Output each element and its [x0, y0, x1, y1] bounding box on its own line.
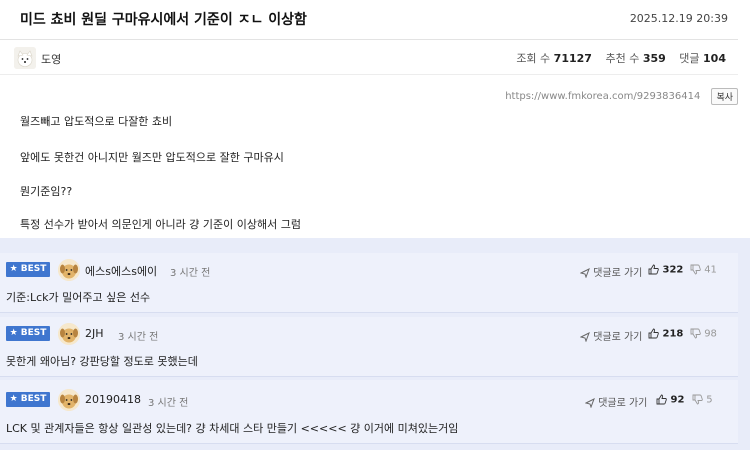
reply-arrow-icon [580, 332, 590, 342]
reply-arrow-icon [585, 398, 595, 408]
thumbs-down-icon [690, 264, 701, 275]
comment-item: ★ BEST 에스s에스s에이 3 시간 전 댓글로 가기 322 41 기준:… [0, 253, 738, 313]
reply-label: 댓글로 가기 [593, 268, 643, 279]
comment-author[interactable]: 2JH [85, 327, 104, 340]
post-url[interactable]: https://www.fmkorea.com/9293836414 [505, 91, 700, 102]
author-avatar[interactable] [14, 47, 36, 69]
copy-url-button[interactable]: 복사 [711, 88, 738, 105]
upvote-button[interactable]: 218 [648, 328, 683, 340]
post-body-line: 뭔기준임?? [20, 185, 73, 198]
commenter-avatar[interactable] [58, 323, 80, 345]
post-header: 미드 쵸비 원딜 구마유시에서 기준이 ㅈㄴ 이상함 2025.12.19 20… [0, 0, 738, 40]
thumbs-up-icon [656, 394, 667, 405]
upvote-count: 322 [662, 264, 684, 276]
best-badge: ★ BEST [6, 392, 50, 407]
post-url-row: https://www.fmkorea.com/9293836414 복사 [505, 86, 738, 105]
comment-item: ★ BEST 20190418 3 시간 전 댓글로 가기 92 5 LCK 및… [0, 380, 738, 444]
dog-avatar-icon [58, 259, 80, 281]
downvote-count: 5 [706, 394, 713, 406]
downvote-count: 98 [704, 328, 717, 340]
comment-author[interactable]: 에스s에스s에이 [85, 263, 157, 279]
upvote-count: 218 [662, 328, 684, 340]
commenter-avatar[interactable] [58, 259, 80, 281]
upvote-count: 92 [670, 394, 685, 406]
best-comments-section: ★ BEST 에스s에스s에이 3 시간 전 댓글로 가기 322 41 기준:… [0, 238, 750, 450]
comment-time: 3 시간 전 [170, 268, 211, 279]
recommend-count: 359 [642, 52, 666, 65]
post-title: 미드 쵸비 원딜 구마유시에서 기준이 ㅈㄴ 이상함 [20, 12, 307, 28]
reply-link[interactable]: 댓글로 가기 [580, 264, 642, 279]
upvote-button[interactable]: 322 [648, 264, 683, 276]
downvote-button[interactable]: 5 [692, 394, 713, 406]
reply-label: 댓글로 가기 [598, 398, 648, 409]
reply-arrow-icon [580, 268, 590, 278]
reply-link[interactable]: 댓글로 가기 [580, 328, 642, 343]
comment-text: 못한게 왜아님? 강판당할 정도로 못했는데 [6, 355, 198, 368]
views-count: 71127 [553, 52, 592, 65]
comments-label: 댓글 [679, 52, 700, 65]
best-badge: ★ BEST [6, 262, 50, 277]
comment-item: ★ BEST 2JH 3 시간 전 댓글로 가기 218 98 못한게 왜아님?… [0, 317, 738, 377]
comment-time: 3 시간 전 [118, 332, 159, 343]
author-name[interactable]: 도영 [41, 51, 61, 67]
reply-label: 댓글로 가기 [593, 332, 643, 343]
best-badge: ★ BEST [6, 326, 50, 341]
post-stats: 조회 수 71127 추천 수 359 댓글 104 [516, 50, 726, 66]
post-body-line: 앞에도 못한건 아니지만 월즈만 압도적으로 잘한 구마유시 [20, 151, 284, 164]
views-label: 조회 수 [516, 52, 551, 65]
comment-time: 3 시간 전 [148, 398, 189, 409]
recommend-label: 추천 수 [605, 52, 640, 65]
commenter-avatar[interactable] [58, 389, 80, 411]
thumbs-up-icon [648, 328, 659, 339]
dog-avatar-icon [58, 323, 80, 345]
thumbs-up-icon [648, 264, 659, 275]
comment-text: LCK 및 관계자들은 항상 일관성 있는데? 걍 차세대 스타 만들기 <<<… [6, 422, 459, 435]
post-container: 미드 쵸비 원딜 구마유시에서 기준이 ㅈㄴ 이상함 2025.12.19 20… [0, 0, 750, 238]
post-body-line: 특정 선수가 받아서 의문인게 아니라 걍 기준이 이상해서 그럼 [20, 218, 301, 231]
thumbs-down-icon [690, 328, 701, 339]
comment-author[interactable]: 20190418 [85, 393, 141, 406]
downvote-count: 41 [704, 264, 717, 276]
reply-link[interactable]: 댓글로 가기 [585, 394, 647, 409]
author-row: 도영 조회 수 71127 추천 수 359 댓글 104 [0, 41, 738, 75]
upvote-button[interactable]: 92 [656, 394, 684, 406]
dog-avatar-icon [14, 47, 36, 69]
dog-avatar-icon [58, 389, 80, 411]
downvote-button[interactable]: 98 [690, 328, 717, 340]
post-date: 2025.12.19 20:39 [629, 12, 728, 25]
comment-text: 기준:Lck가 밀어주고 싶은 선수 [6, 291, 151, 304]
downvote-button[interactable]: 41 [690, 264, 717, 276]
comments-count: 104 [703, 52, 726, 65]
post-body-line: 월즈빼고 압도적으로 다잘한 쵸비 [20, 115, 173, 128]
thumbs-down-icon [692, 394, 703, 405]
